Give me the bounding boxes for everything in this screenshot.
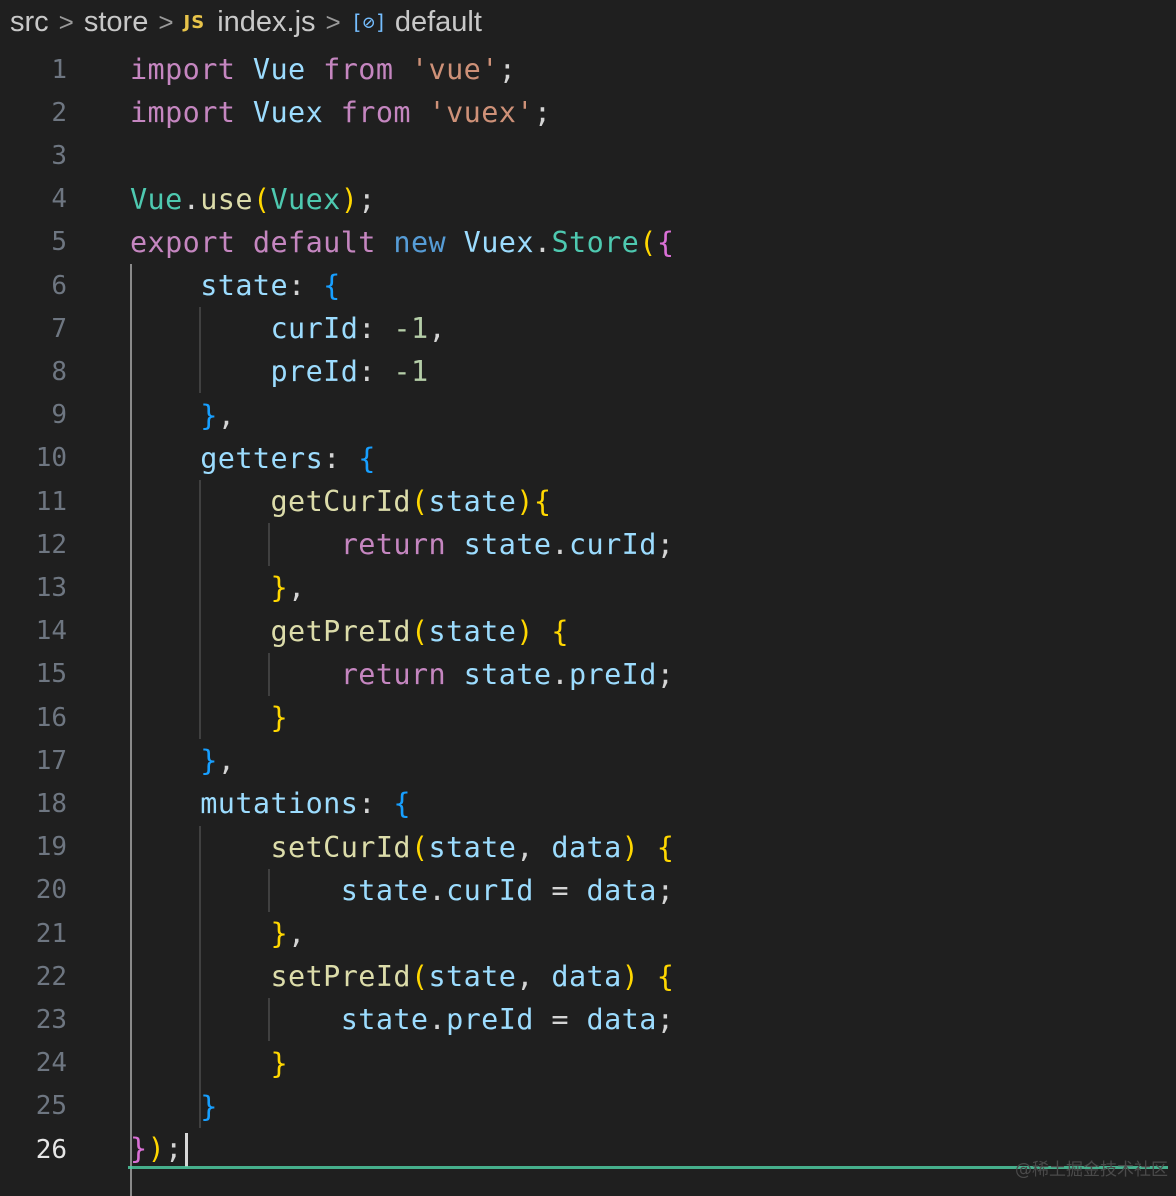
line-number: 21 <box>35 918 67 949</box>
chevron-right-icon: > <box>58 6 74 37</box>
code-text: getPreId(state) { <box>270 614 569 648</box>
line-number: 19 <box>35 832 67 863</box>
line-number: 18 <box>35 788 67 819</box>
code-text: setPreId(state, data) { <box>270 960 675 994</box>
line-number: 25 <box>35 1091 67 1122</box>
code-text: state: { <box>200 269 341 303</box>
line-number: 4 <box>51 184 67 215</box>
code-line[interactable]: 8 preId: -1 <box>0 350 1176 393</box>
text-cursor <box>184 1133 188 1168</box>
code-line[interactable]: 18 mutations: { <box>0 782 1176 825</box>
line-number: 26 <box>35 1134 67 1165</box>
line-number: 6 <box>51 270 67 301</box>
code-text: import Vue from 'vue'; <box>130 53 517 87</box>
code-text: }, <box>270 571 306 605</box>
code-text: import Vuex from 'vuex'; <box>130 96 552 130</box>
code-text: } <box>200 1089 218 1123</box>
code-line[interactable]: 20 state.curId = data; <box>0 869 1176 912</box>
javascript-file-icon: JS <box>183 11 206 33</box>
code-line[interactable]: 3 <box>0 134 1176 177</box>
line-number: 9 <box>51 400 67 431</box>
code-text: return state.curId; <box>340 528 675 562</box>
code-line[interactable]: 19 setCurId(state, data) { <box>0 826 1176 869</box>
line-number: 1 <box>51 54 67 85</box>
code-text: Vue.use(Vuex); <box>130 182 376 216</box>
code-line[interactable]: 5 export default new Vuex.Store({ <box>0 221 1176 264</box>
code-text: export default new Vuex.Store({ <box>130 225 675 259</box>
code-text: }, <box>200 398 236 432</box>
line-number: 11 <box>35 486 67 517</box>
code-text: } <box>270 701 289 735</box>
line-number: 15 <box>35 659 67 690</box>
code-editor[interactable]: 1 import Vue from 'vue'; 2 import Vuex f… <box>0 48 1176 1196</box>
code-line[interactable]: 21 }, <box>0 912 1176 955</box>
symbol-variable-icon: [⊘] <box>350 10 387 34</box>
watermark: @稀土掘金技术社区 <box>1015 1160 1168 1180</box>
code-line[interactable]: 14 getPreId(state) { <box>0 610 1176 653</box>
code-text: setCurId(state, data) { <box>270 830 675 864</box>
line-number: 3 <box>51 140 67 171</box>
chevron-right-icon: > <box>158 6 174 37</box>
line-number: 20 <box>35 875 67 906</box>
code-line[interactable]: 7 curId: -1, <box>0 307 1176 350</box>
line-number: 13 <box>35 572 67 603</box>
code-text: mutations: { <box>200 787 411 821</box>
breadcrumb-store[interactable]: store <box>84 6 148 39</box>
code-line[interactable]: 13 }, <box>0 566 1176 609</box>
code-text: }); <box>130 1132 188 1168</box>
code-line[interactable]: 1 import Vue from 'vue'; <box>0 48 1176 91</box>
code-line[interactable]: 24 } <box>0 1042 1176 1085</box>
code-text: }, <box>270 917 306 951</box>
code-line[interactable]: 12 return state.curId; <box>0 523 1176 566</box>
code-text: preId: -1 <box>270 355 429 389</box>
code-line[interactable]: 16 } <box>0 696 1176 739</box>
code-line[interactable]: 22 setPreId(state, data) { <box>0 955 1176 998</box>
code-line[interactable]: 11 getCurId(state){ <box>0 480 1176 523</box>
line-number: 16 <box>35 702 67 733</box>
code-text: state.curId = data; <box>340 873 675 907</box>
code-text: curId: -1, <box>270 312 447 346</box>
line-number: 10 <box>35 443 67 474</box>
code-text: getters: { <box>200 441 376 475</box>
active-line-underline <box>128 1166 1168 1169</box>
chevron-right-icon: > <box>325 6 341 37</box>
code-text: getCurId(state){ <box>270 485 552 519</box>
breadcrumb-file[interactable]: index.js <box>217 6 315 39</box>
code-line[interactable]: 6 state: { <box>0 264 1176 307</box>
line-number: 12 <box>35 529 67 560</box>
code-line[interactable]: 2 import Vuex from 'vuex'; <box>0 91 1176 134</box>
line-number: 7 <box>51 313 67 344</box>
code-line[interactable]: 23 state.preId = data; <box>0 998 1176 1041</box>
code-text: return state.preId; <box>340 657 675 691</box>
line-number: 5 <box>51 227 67 258</box>
code-text: state.preId = data; <box>340 1003 675 1037</box>
code-line[interactable]: 9 }, <box>0 394 1176 437</box>
code-line-active[interactable]: 26 }); <box>0 1128 1176 1171</box>
code-line[interactable]: 25 } <box>0 1085 1176 1128</box>
breadcrumb: src > store > JS index.js > [⊘] default <box>10 0 482 44</box>
breadcrumb-src[interactable]: src <box>10 6 49 39</box>
code-line[interactable]: 17 }, <box>0 739 1176 782</box>
code-text: } <box>270 1046 289 1080</box>
code-line[interactable]: 10 getters: { <box>0 437 1176 480</box>
code-line[interactable]: 4 Vue.use(Vuex); <box>0 178 1176 221</box>
code-text: }, <box>200 744 236 778</box>
code-line[interactable]: 15 return state.preId; <box>0 653 1176 696</box>
line-number: 23 <box>35 1004 67 1035</box>
line-number: 17 <box>35 745 67 776</box>
line-number: 8 <box>51 356 67 387</box>
line-number: 14 <box>35 616 67 647</box>
line-number: 22 <box>35 961 67 992</box>
breadcrumb-symbol[interactable]: default <box>395 6 482 39</box>
line-number: 2 <box>51 97 67 128</box>
line-number: 24 <box>35 1048 67 1079</box>
